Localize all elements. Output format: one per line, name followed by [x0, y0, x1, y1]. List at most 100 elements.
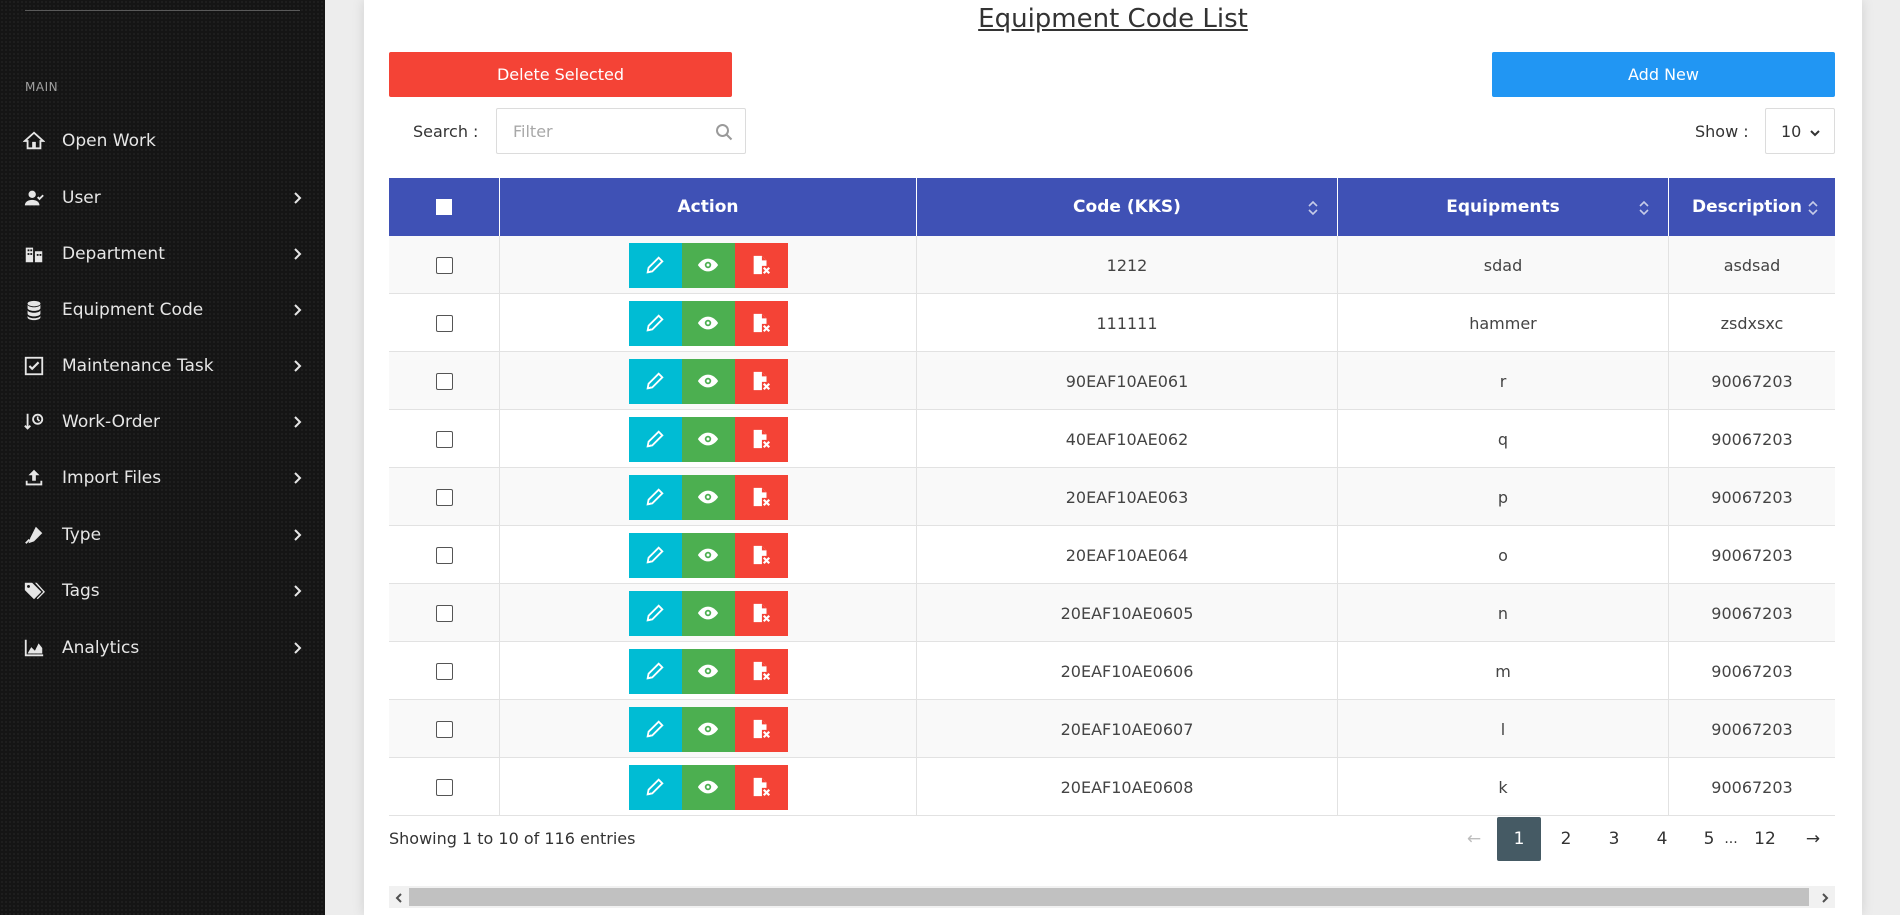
pencil-icon: [644, 602, 666, 624]
action-cell: [500, 700, 917, 758]
table-row: 20EAF10AE063 p 90067203: [389, 468, 1835, 526]
header-select-all: [389, 178, 500, 236]
delete-button[interactable]: [734, 416, 788, 462]
delete-button[interactable]: [734, 648, 788, 694]
delete-button[interactable]: [734, 358, 788, 404]
header-code-kks[interactable]: Code (KKS): [917, 178, 1338, 236]
pagination-page[interactable]: 3: [1592, 817, 1636, 861]
pencil-icon: [644, 254, 666, 276]
delete-file-icon: [750, 544, 772, 566]
select-all-checkbox[interactable]: [436, 199, 452, 215]
sidebar-item-maintenance-task[interactable]: Maintenance Task: [0, 346, 325, 386]
row-checkbox[interactable]: [435, 430, 453, 448]
description-cell: zsdxsxc: [1720, 313, 1784, 333]
delete-selected-button[interactable]: Delete Selected: [389, 52, 732, 97]
pencil-icon: [644, 370, 666, 392]
row-checkbox[interactable]: [435, 546, 453, 564]
edit-button[interactable]: [628, 590, 682, 636]
row-checkbox[interactable]: [435, 488, 453, 506]
select-cell: [389, 642, 500, 700]
view-button[interactable]: [681, 416, 735, 462]
sidebar-item-label: User: [62, 188, 101, 208]
equipment-cell: k: [1338, 758, 1669, 816]
view-button[interactable]: [681, 358, 735, 404]
edit-button[interactable]: [628, 764, 682, 810]
eye-icon: [697, 370, 719, 392]
code-cell: 20EAF10AE0606: [917, 642, 1338, 700]
view-button[interactable]: [681, 648, 735, 694]
equipment-cell: hammer: [1338, 294, 1669, 352]
table-row: 1212 sdad asdsad: [389, 236, 1835, 294]
row-checkbox[interactable]: [435, 662, 453, 680]
pagination-page[interactable]: 4: [1640, 817, 1684, 861]
add-new-button[interactable]: Add New: [1492, 52, 1835, 97]
view-button[interactable]: [681, 764, 735, 810]
row-checkbox[interactable]: [435, 604, 453, 622]
view-button[interactable]: [681, 242, 735, 288]
pagination-page[interactable]: 2: [1544, 817, 1588, 861]
row-checkbox[interactable]: [435, 778, 453, 796]
sidebar-item-type[interactable]: Type: [0, 515, 325, 555]
description-cell: 90067203: [1711, 603, 1793, 623]
scrollbar-thumb[interactable]: [409, 888, 1809, 906]
edit-button[interactable]: [628, 474, 682, 520]
view-button[interactable]: [681, 532, 735, 578]
sidebar-item-work-order[interactable]: Work-Order: [0, 402, 325, 442]
sidebar-item-open-work[interactable]: Open Work: [0, 121, 325, 161]
scroll-right-icon[interactable]: [1818, 890, 1832, 904]
row-checkbox[interactable]: [435, 372, 453, 390]
edit-button[interactable]: [628, 300, 682, 346]
delete-button[interactable]: [734, 532, 788, 578]
delete-button[interactable]: [734, 474, 788, 520]
code-cell: 20EAF10AE063: [917, 468, 1338, 526]
description-cell: asdsad: [1723, 255, 1781, 275]
action-cell: [500, 352, 917, 410]
edit-button[interactable]: [628, 706, 682, 752]
row-checkbox[interactable]: [435, 256, 453, 274]
edit-button[interactable]: [628, 358, 682, 404]
row-checkbox[interactable]: [435, 314, 453, 332]
horizontal-scrollbar[interactable]: [389, 886, 1835, 908]
eye-icon: [697, 776, 719, 798]
page-title: Equipment Code List: [978, 4, 1248, 34]
chevron-right-icon: [288, 639, 306, 657]
view-button[interactable]: [681, 590, 735, 636]
sidebar-item-equipment-code[interactable]: Equipment Code: [0, 290, 325, 330]
page-size-select[interactable]: 10: [1765, 108, 1835, 154]
sidebar-item-import-files[interactable]: Import Files: [0, 458, 325, 498]
pagination-next[interactable]: →: [1791, 817, 1835, 861]
delete-file-icon: [750, 428, 772, 450]
view-button[interactable]: [681, 474, 735, 520]
search-icon: [715, 123, 733, 141]
pagination-page[interactable]: 12: [1743, 817, 1787, 861]
sidebar-item-user[interactable]: User: [0, 178, 325, 218]
sidebar-item-analytics[interactable]: Analytics: [0, 628, 325, 668]
pagination-prev[interactable]: ←: [1452, 817, 1496, 861]
scroll-left-icon[interactable]: [392, 890, 406, 904]
checkbox-icon: [22, 354, 46, 378]
chevron-right-icon: [288, 413, 306, 431]
view-button[interactable]: [681, 300, 735, 346]
search-input[interactable]: [513, 121, 713, 141]
row-checkbox[interactable]: [435, 720, 453, 738]
edit-button[interactable]: [628, 416, 682, 462]
header-description[interactable]: Description: [1669, 178, 1835, 236]
select-cell: [389, 584, 500, 642]
edit-button[interactable]: [628, 648, 682, 694]
delete-button[interactable]: [734, 300, 788, 346]
delete-button[interactable]: [734, 706, 788, 752]
delete-button[interactable]: [734, 764, 788, 810]
view-button[interactable]: [681, 706, 735, 752]
sidebar-item-tags[interactable]: Tags: [0, 571, 325, 611]
header-equipments[interactable]: Equipments: [1338, 178, 1669, 236]
pagination-page[interactable]: 1: [1497, 817, 1541, 861]
select-cell: [389, 294, 500, 352]
description-cell: 90067203: [1711, 661, 1793, 681]
edit-button[interactable]: [628, 242, 682, 288]
edit-button[interactable]: [628, 532, 682, 578]
delete-button[interactable]: [734, 590, 788, 636]
delete-file-icon: [750, 602, 772, 624]
sidebar-item-department[interactable]: Department: [0, 234, 325, 274]
delete-button[interactable]: [734, 242, 788, 288]
description-cell: 90067203: [1711, 371, 1793, 391]
